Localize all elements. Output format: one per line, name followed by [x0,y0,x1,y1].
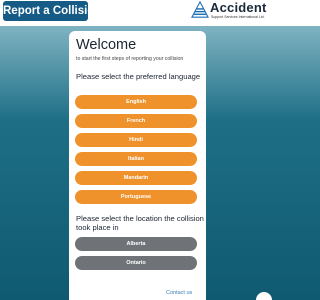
brand: Accident Support Services International … [191,0,271,23]
brand-name: Accident [210,0,267,15]
language-option-portuguese[interactable]: Portuguese [75,190,197,204]
language-option-french[interactable]: French [75,114,197,128]
page-title: Welcome [76,37,137,53]
welcome-card: Welcome to start the first steps of repo… [69,31,206,300]
language-option-italian[interactable]: Italian [75,152,197,166]
intro-text: to start the first steps of reporting yo… [76,56,184,62]
language-option-hindi[interactable]: Hindi [75,133,197,147]
contact-us-link[interactable]: Contact us [166,290,192,296]
language-heading: Please select the preferred language [76,72,201,81]
triangle-stripes-logo-icon [191,1,209,18]
top-bar: Report a Collision Accident Support Serv… [0,0,275,26]
location-heading: Please select the location the collision… [76,214,204,232]
location-option-ontario[interactable]: Ontario [75,256,197,270]
brand-tagline: Support Services International Ltd. [211,15,265,19]
recaptcha-badge [256,292,272,300]
language-option-mandarin[interactable]: Mandarin [75,171,197,185]
location-option-alberta[interactable]: Alberta [75,237,197,251]
report-collision-button[interactable]: Report a Collision [3,1,101,21]
language-option-english[interactable]: English [75,95,197,109]
